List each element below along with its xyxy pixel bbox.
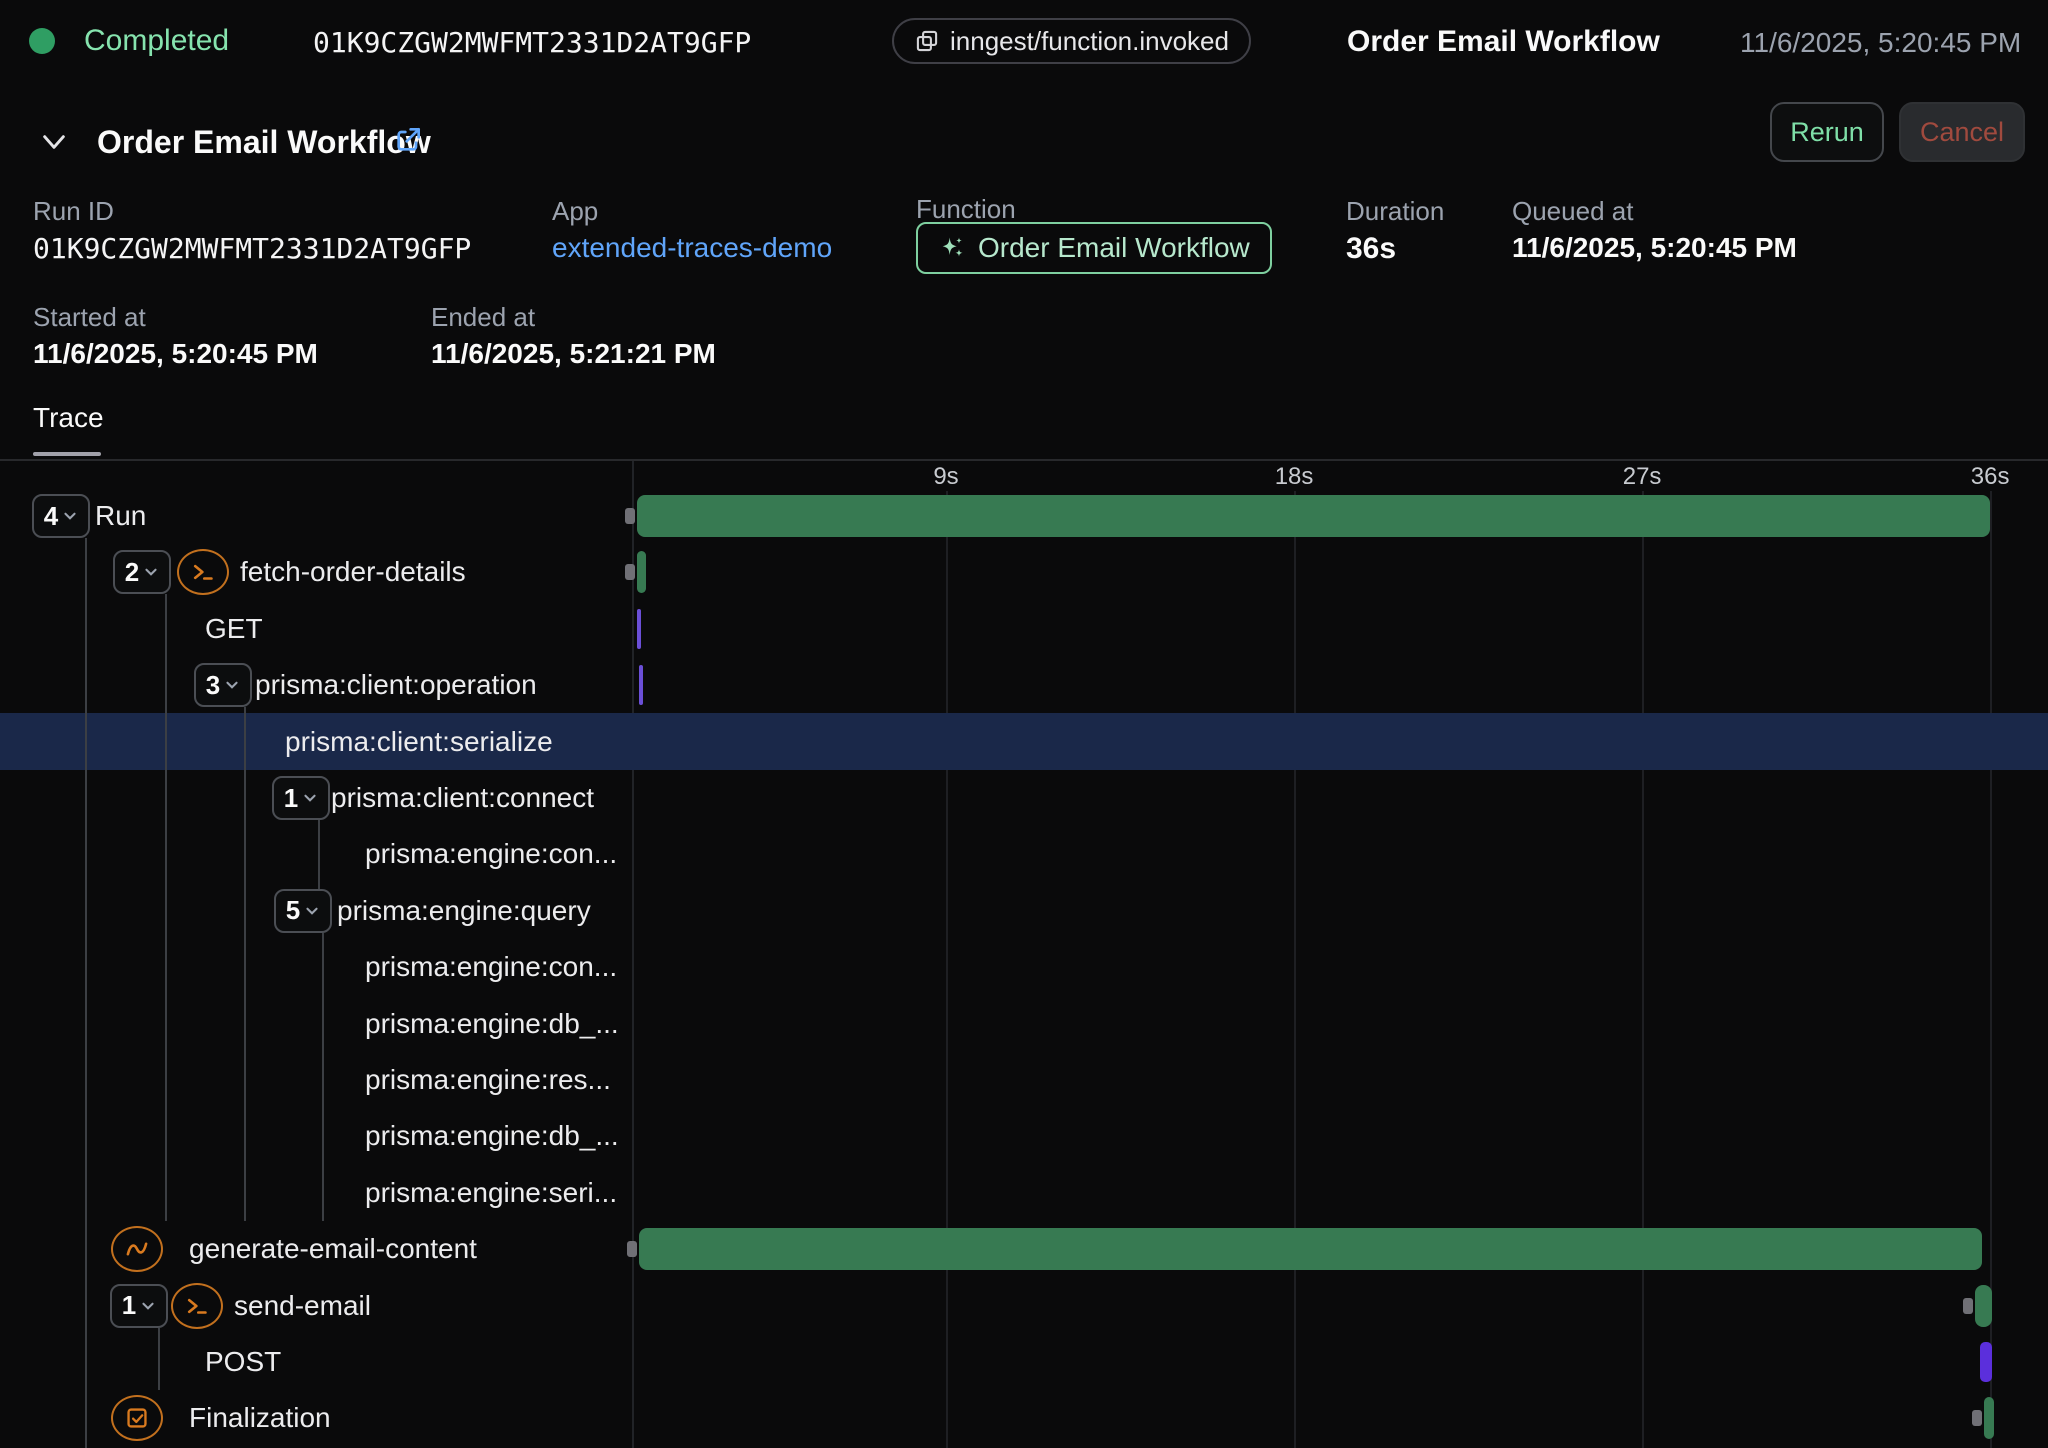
row-count-button[interactable]: 3 — [194, 663, 252, 707]
axis-tick-label: 18s — [1275, 463, 1314, 491]
app-label: App — [552, 196, 598, 227]
sparkles-icon — [938, 234, 966, 262]
trace-row-label[interactable]: prisma:client:serialize — [285, 726, 553, 758]
row-count-button[interactable]: 2 — [113, 550, 171, 594]
event-badge[interactable]: inngest/function.invoked — [892, 18, 1251, 64]
status-dot-icon — [29, 28, 55, 54]
trace-row-label[interactable]: send-email — [234, 1290, 371, 1322]
trace-row-label[interactable]: prisma:engine:seri... — [365, 1177, 617, 1209]
span-bar-finalization[interactable] — [1984, 1397, 1994, 1439]
tree-connector-line — [318, 820, 320, 890]
trace-row-label[interactable]: Finalization — [189, 1402, 331, 1434]
ended-at-label: Ended at — [431, 302, 535, 333]
external-link-icon[interactable] — [392, 124, 424, 161]
row-count: 1 — [284, 783, 298, 814]
tree-connector-line — [85, 538, 87, 1448]
ended-at-value: 11/6/2025, 5:21:21 PM — [431, 338, 716, 370]
trace-waterfall: 9s 18s 27s 36s 4 Run 2 fetch-order-details GET 3 p… — [0, 461, 2048, 1448]
axis-tick-label: 36s — [1971, 463, 2010, 491]
function-badge[interactable]: Order Email Workflow — [916, 222, 1272, 274]
started-at-value: 11/6/2025, 5:20:45 PM — [33, 338, 318, 370]
tab-trace-underline — [33, 452, 101, 456]
trace-row-label[interactable]: prisma:engine:con... — [365, 838, 617, 870]
trace-row-label[interactable]: prisma:engine:db_... — [365, 1008, 619, 1040]
trace-row-label[interactable]: GET — [205, 613, 263, 645]
check-icon — [111, 1395, 163, 1441]
axis-tick-label: 27s — [1623, 463, 1662, 491]
run-id-label: Run ID — [33, 196, 114, 227]
cancel-button[interactable]: Cancel — [1899, 102, 2025, 162]
row-count: 3 — [206, 670, 220, 701]
trace-row-label[interactable]: prisma:engine:con... — [365, 951, 617, 983]
queued-marker — [625, 564, 635, 580]
function-label: Function — [916, 194, 1016, 225]
row-count: 5 — [286, 895, 300, 926]
terminal-icon — [177, 549, 229, 595]
queued-at-value: 11/6/2025, 5:20:45 PM — [1512, 232, 1797, 264]
span-bar-fetch-order-details[interactable] — [637, 551, 647, 593]
tab-trace[interactable]: Trace — [33, 402, 104, 434]
row-count-button[interactable]: 1 — [272, 776, 330, 820]
trace-row-label[interactable]: prisma:client:operation — [255, 669, 537, 701]
axis-tick-label: 9s — [933, 463, 958, 491]
started-at-label: Started at — [33, 302, 146, 333]
tree-connector-line — [158, 1328, 160, 1390]
trace-row-label[interactable]: Run — [95, 500, 146, 532]
status-text: Completed — [84, 24, 229, 58]
duration-value: 36s — [1346, 232, 1396, 266]
tree-connector-line — [322, 933, 324, 1221]
function-badge-label: Order Email Workflow — [978, 232, 1250, 264]
row-count: 4 — [44, 501, 58, 532]
run-id-value: 01K9CZGW2MWFMT2331D2AT9GFP — [33, 232, 471, 265]
queued-marker — [1972, 1410, 1982, 1426]
event-badge-label: inngest/function.invoked — [950, 26, 1229, 57]
terminal-icon — [171, 1283, 223, 1329]
row-count: 2 — [125, 557, 139, 588]
span-bar-prisma-client-operation[interactable] — [639, 665, 643, 705]
row-count: 1 — [122, 1290, 136, 1321]
topbar-workflow-title: Order Email Workflow — [1347, 25, 1660, 59]
span-bar-get[interactable] — [637, 609, 641, 649]
trace-row-label[interactable]: prisma:engine:res... — [365, 1064, 611, 1096]
span-bar-send-email[interactable] — [1975, 1285, 1992, 1327]
wave-icon — [111, 1226, 163, 1272]
span-bar-post[interactable] — [1980, 1342, 1992, 1382]
topbar-run-id: 01K9CZGW2MWFMT2331D2AT9GFP — [313, 26, 751, 59]
span-bar-run[interactable] — [637, 495, 1990, 537]
page-title: Order Email Workflow — [97, 124, 431, 161]
row-count-button[interactable]: 5 — [274, 889, 332, 933]
trace-row-label[interactable]: prisma:engine:query — [337, 895, 591, 927]
app-link[interactable]: extended-traces-demo — [552, 232, 832, 264]
queued-marker — [627, 1241, 637, 1257]
collapse-chevron-icon[interactable] — [38, 126, 70, 163]
row-count-button[interactable]: 1 — [110, 1284, 168, 1328]
trace-row-label[interactable]: fetch-order-details — [240, 556, 466, 588]
queued-marker — [625, 508, 635, 524]
tree-connector-line — [165, 594, 167, 1221]
rerun-button[interactable]: Rerun — [1770, 102, 1884, 162]
queued-marker — [1963, 1298, 1973, 1314]
duration-label: Duration — [1346, 196, 1444, 227]
timeline-divider — [632, 461, 634, 1448]
stack-icon — [914, 28, 940, 54]
queued-at-label: Queued at — [1512, 196, 1633, 227]
row-count-button[interactable]: 4 — [32, 494, 90, 538]
trace-row-label[interactable]: generate-email-content — [189, 1233, 477, 1265]
run-details-page: Completed 01K9CZGW2MWFMT2331D2AT9GFP inn… — [0, 0, 2048, 1448]
grid-line — [946, 491, 948, 1448]
span-bar-generate-email-content[interactable] — [639, 1228, 1983, 1270]
trace-row-label[interactable]: prisma:client:connect — [331, 782, 594, 814]
grid-line — [1294, 491, 1296, 1448]
tree-connector-line — [244, 707, 246, 1221]
trace-row-label[interactable]: prisma:engine:db_... — [365, 1120, 619, 1152]
trace-row-label[interactable]: POST — [205, 1346, 281, 1378]
grid-line — [1642, 491, 1644, 1448]
topbar-timestamp: 11/6/2025, 5:20:45 PM — [1740, 27, 2021, 59]
